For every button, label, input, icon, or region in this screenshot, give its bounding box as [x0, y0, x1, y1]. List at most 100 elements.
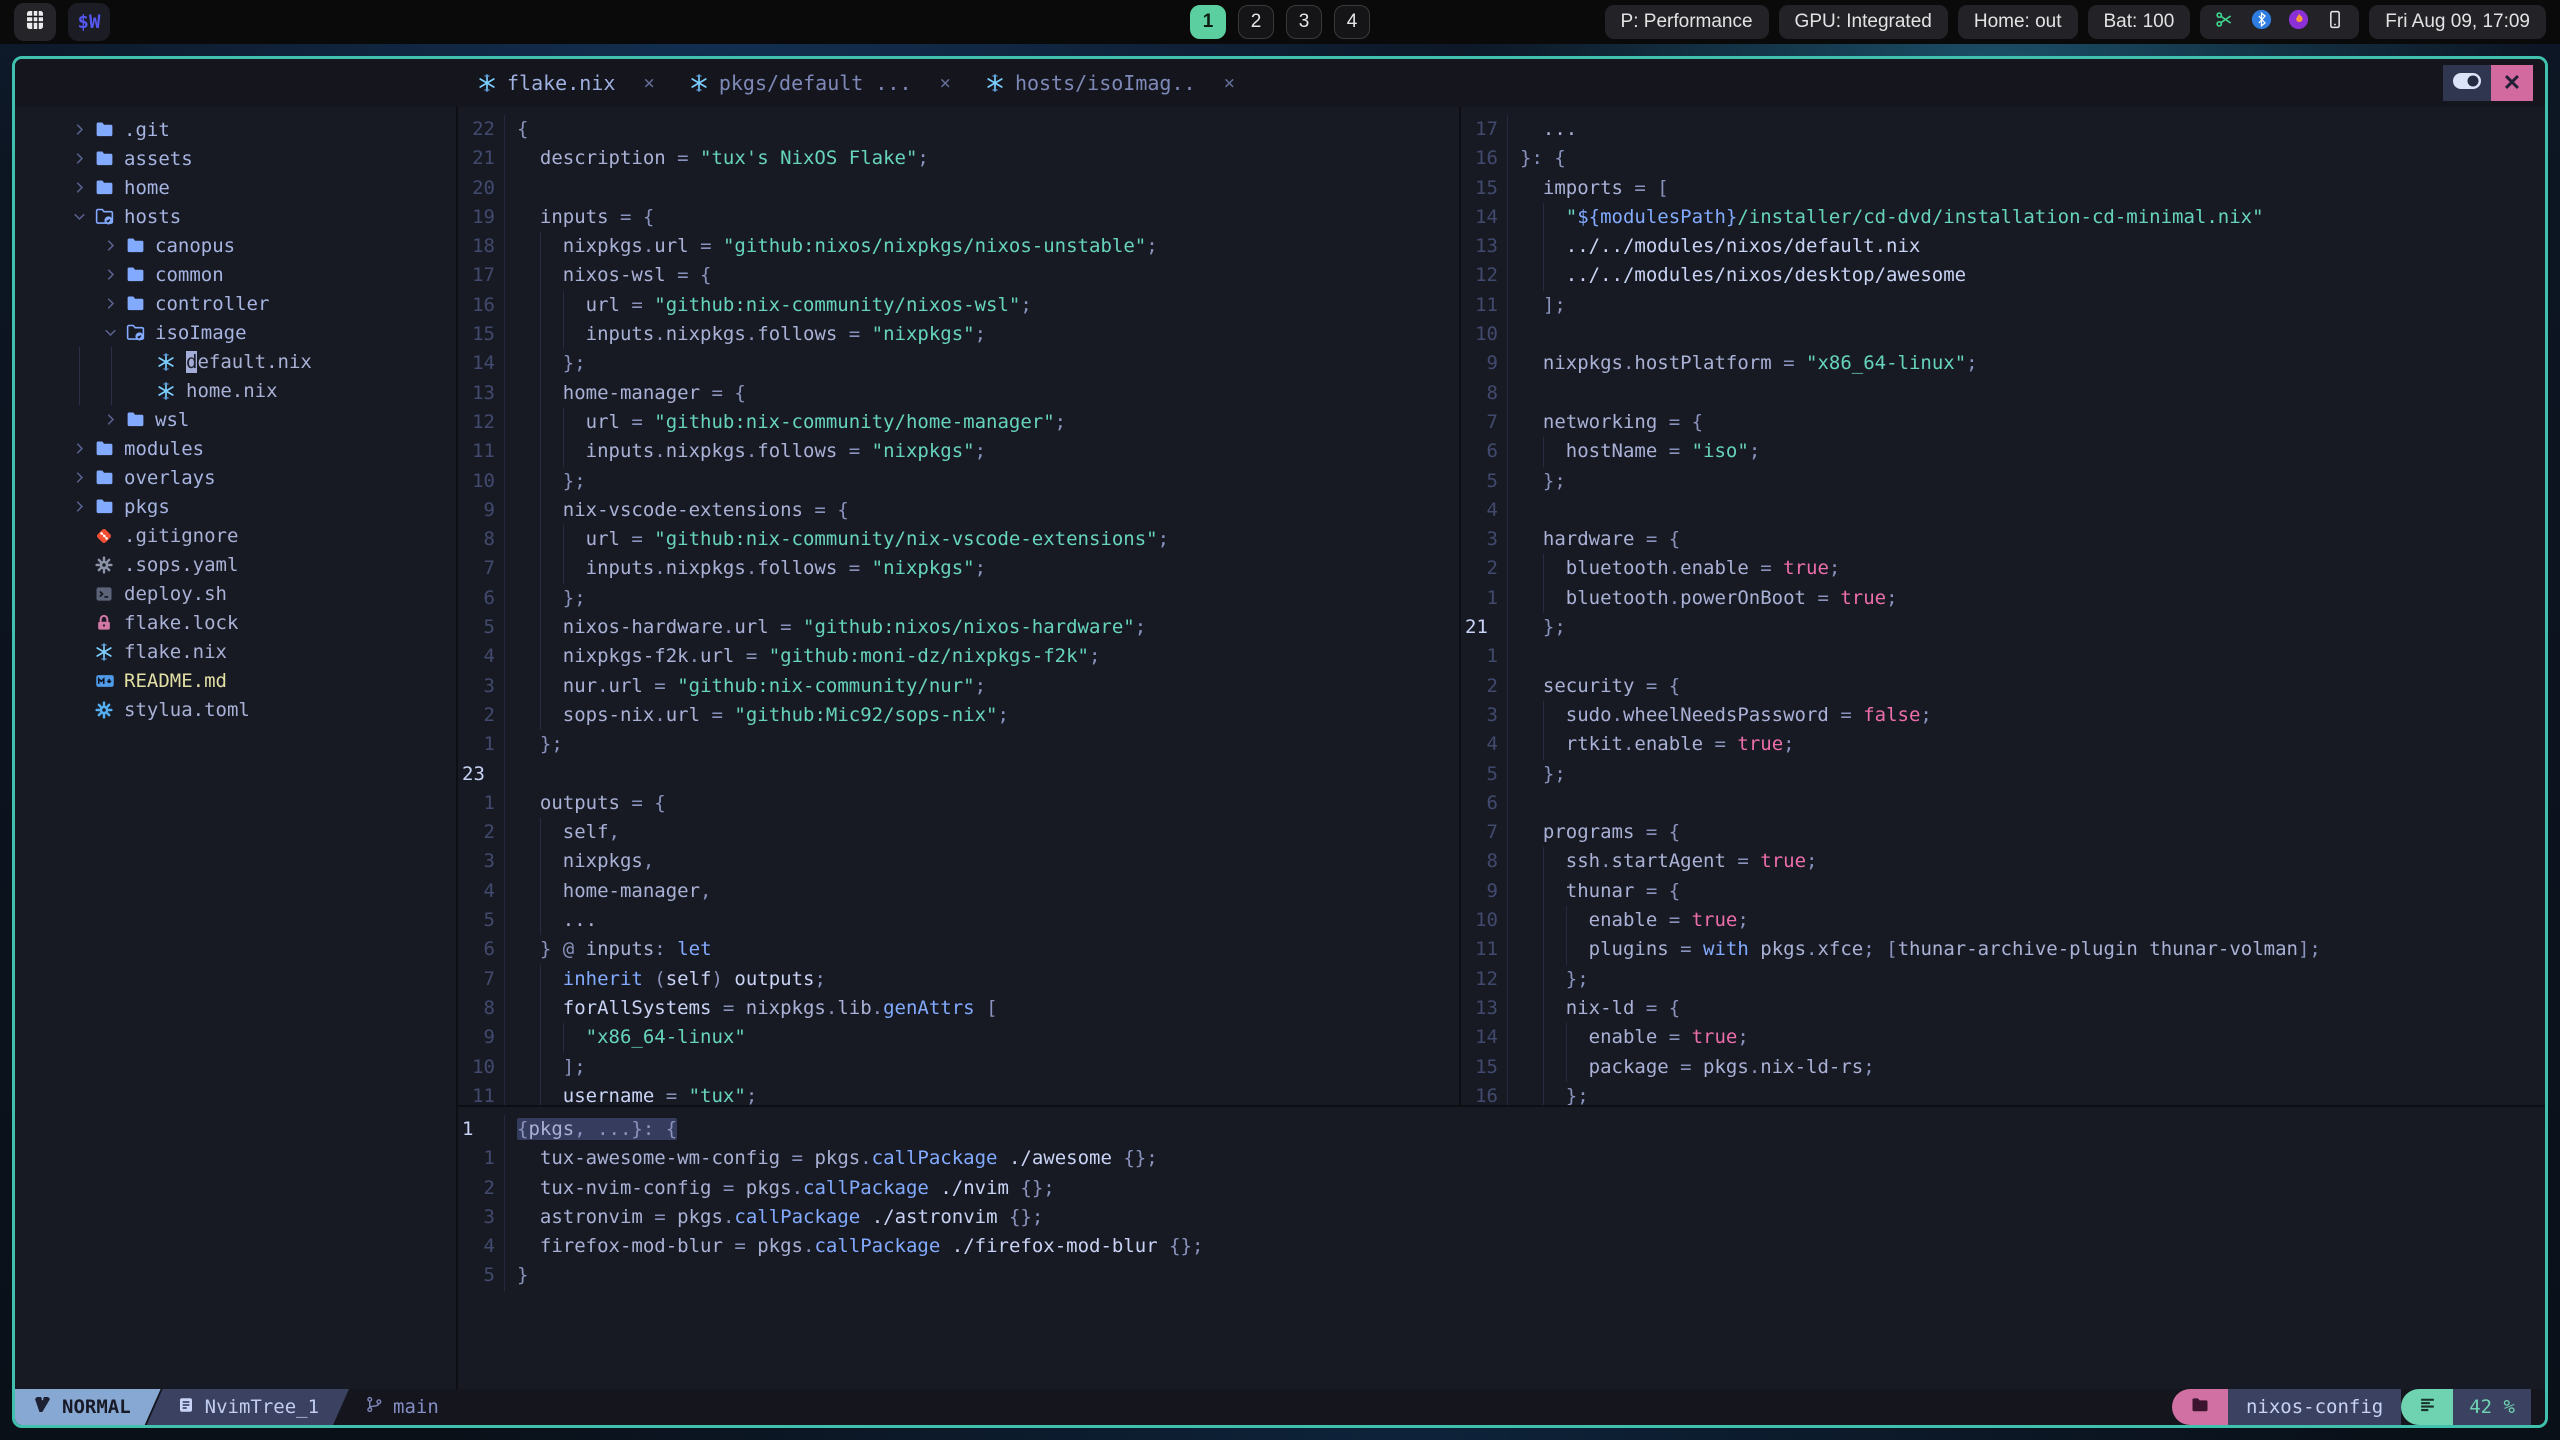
tab-close-icon[interactable]: ×: [643, 72, 654, 94]
window-close-button[interactable]: ✕: [2491, 65, 2533, 101]
tree-item-flake-nix[interactable]: flake.nix: [15, 637, 456, 666]
chevron-right-icon[interactable]: [72, 499, 94, 514]
wm-logo-button[interactable]: $W: [68, 3, 110, 41]
code-line[interactable]: 5 nixos-hardware.url = "github:nixos/nix…: [458, 613, 1459, 643]
code-line[interactable]: 23: [458, 759, 1459, 789]
tree-item-modules[interactable]: modules: [15, 434, 456, 463]
code-line[interactable]: 7 inputs.nixpkgs.follows = "nixpkgs";: [458, 554, 1459, 584]
chevron-down-icon[interactable]: [72, 209, 94, 224]
code-line[interactable]: 1 };: [458, 730, 1459, 760]
code-line[interactable]: 11 plugins = with pkgs.xfce; [thunar-arc…: [1461, 935, 2545, 965]
code-line[interactable]: 2 self,: [458, 818, 1459, 848]
code-line[interactable]: 2 tux-nvim-config = pkgs.callPackage ./n…: [458, 1173, 2545, 1203]
clock[interactable]: Fri Aug 09, 17:09: [2369, 5, 2546, 39]
code-line[interactable]: 16 url = "github:nix-community/nixos-wsl…: [458, 290, 1459, 321]
code-line[interactable]: 5}: [458, 1261, 2545, 1291]
tree-item-common[interactable]: common: [15, 260, 456, 289]
code-line[interactable]: 1 tux-awesome-wm-config = pkgs.callPacka…: [458, 1144, 2545, 1174]
buffer-tab-1[interactable]: pkgs/default ... ×: [689, 71, 951, 95]
status-pill-2[interactable]: Home: out: [1957, 5, 2078, 39]
tree-item--gitignore[interactable]: .gitignore: [15, 521, 456, 550]
tree-item-isoImage[interactable]: isoImage: [15, 318, 456, 347]
code-line[interactable]: 20: [458, 173, 1459, 203]
chevron-right-icon[interactable]: [103, 412, 125, 427]
code-line[interactable]: 1 outputs = {: [458, 788, 1459, 819]
code-line[interactable]: 2 sops-nix.url = "github:Mic92/sops-nix"…: [458, 700, 1459, 731]
code-line[interactable]: 8 ssh.startAgent = true;: [1461, 847, 2545, 877]
launcher-button[interactable]: [14, 3, 56, 41]
tree-item-canopus[interactable]: canopus: [15, 231, 456, 260]
buffer-tab-0[interactable]: flake.nix ×: [477, 71, 655, 95]
code-line[interactable]: 9 "x86_64-linux": [458, 1023, 1459, 1053]
code-line[interactable]: 4 rtkit.enable = true;: [1461, 730, 2545, 760]
tree-item-home[interactable]: home: [15, 173, 456, 202]
tree-item--git[interactable]: .git: [15, 115, 456, 144]
code-line[interactable]: 10: [1461, 320, 2545, 350]
tree-item-overlays[interactable]: overlays: [15, 463, 456, 492]
code-line[interactable]: 9 nix-vscode-extensions = {: [458, 495, 1459, 526]
code-line[interactable]: 15 inputs.nixpkgs.follows = "nixpkgs";: [458, 320, 1459, 350]
code-line[interactable]: 4 home-manager,: [458, 876, 1459, 907]
tree-item-home-nix[interactable]: home.nix: [15, 376, 456, 405]
code-line[interactable]: 2 security = {: [1461, 671, 2545, 701]
code-line[interactable]: 4: [1461, 495, 2545, 526]
status-pill-3[interactable]: Bat: 100: [2087, 5, 2191, 39]
tree-item-controller[interactable]: controller: [15, 289, 456, 318]
tree-item-assets[interactable]: assets: [15, 144, 456, 173]
status-pill-1[interactable]: GPU: Integrated: [1778, 5, 1948, 39]
code-line[interactable]: 11 username = "tux";: [458, 1081, 1459, 1105]
code-line[interactable]: 8: [1461, 378, 2545, 408]
code-line[interactable]: 12 ../../modules/nixos/desktop/awesome: [1461, 261, 2545, 291]
code-line[interactable]: 6 } @ inputs: let: [458, 935, 1459, 965]
code-line[interactable]: 13 ../../modules/nixos/default.nix: [1461, 232, 2545, 262]
chevron-right-icon[interactable]: [103, 267, 125, 282]
tree-item-stylua-toml[interactable]: stylua.toml: [15, 695, 456, 724]
tree-item--sops-yaml[interactable]: .sops.yaml: [15, 550, 456, 579]
code-line[interactable]: 16 };: [1461, 1081, 2545, 1105]
status-pill-0[interactable]: P: Performance: [1604, 5, 1769, 39]
code-line[interactable]: 15 imports = [: [1461, 173, 2545, 203]
code-line[interactable]: 4 firefox-mod-blur = pkgs.callPackage ./…: [458, 1232, 2545, 1262]
code-line[interactable]: 13 home-manager = {: [458, 378, 1459, 408]
code-line[interactable]: 21 description = "tux's NixOS Flake";: [458, 144, 1459, 174]
code-line[interactable]: 11 ];: [1461, 290, 2545, 321]
tree-item-README-md[interactable]: README.md: [15, 666, 456, 695]
code-line[interactable]: 2 bluetooth.enable = true;: [1461, 554, 2545, 584]
code-line[interactable]: 14 enable = true;: [1461, 1023, 2545, 1053]
code-line[interactable]: 10 enable = true;: [1461, 906, 2545, 936]
code-line[interactable]: 8 url = "github:nix-community/nix-vscode…: [458, 525, 1459, 555]
code-line[interactable]: 18 nixpkgs.url = "github:nixos/nixpkgs/n…: [458, 232, 1459, 262]
chevron-right-icon[interactable]: [103, 238, 125, 253]
chevron-right-icon[interactable]: [72, 441, 94, 456]
project-name[interactable]: nixos-config: [2227, 1389, 2402, 1425]
code-line[interactable]: 5 };: [1461, 466, 2545, 496]
code-line[interactable]: 12 url = "github:nix-community/home-mana…: [458, 407, 1459, 438]
system-tray[interactable]: [2200, 5, 2360, 39]
tab-close-icon[interactable]: ×: [939, 72, 950, 94]
code-line[interactable]: 5 ...: [458, 906, 1459, 936]
code-line[interactable]: 7 programs = {: [1461, 818, 2545, 848]
workspace-button-2[interactable]: 2: [1238, 5, 1274, 39]
chevron-down-icon[interactable]: [103, 325, 125, 340]
code-line[interactable]: 3 astronvim = pkgs.callPackage ./astronv…: [458, 1202, 2545, 1233]
code-line[interactable]: 10 ];: [458, 1052, 1459, 1082]
code-line[interactable]: 17 nixos-wsl = {: [458, 261, 1459, 291]
code-line[interactable]: 7 inherit (self) outputs;: [458, 964, 1459, 994]
buffer-segment[interactable]: NvimTree_1: [147, 1389, 349, 1425]
window-toggle-button[interactable]: [2443, 65, 2491, 101]
code-line[interactable]: 14 };: [458, 349, 1459, 379]
code-line[interactable]: 6 };: [458, 583, 1459, 614]
workspace-button-4[interactable]: 4: [1334, 5, 1370, 39]
chevron-right-icon[interactable]: [103, 296, 125, 311]
code-line[interactable]: 1: [1461, 642, 2545, 672]
code-line[interactable]: 16}: {: [1461, 144, 2545, 174]
code-line[interactable]: 9 nixpkgs.hostPlatform = "x86_64-linux";: [1461, 349, 2545, 379]
code-line[interactable]: 3 hardware = {: [1461, 525, 2545, 555]
code-line[interactable]: 17 ...: [1461, 115, 2545, 145]
chevron-right-icon[interactable]: [72, 180, 94, 195]
code-line[interactable]: 3 sudo.wheelNeedsPassword = false;: [1461, 700, 2545, 731]
code-line[interactable]: 3 nixpkgs,: [458, 847, 1459, 877]
code-line[interactable]: 22 {: [458, 115, 1459, 145]
code-line[interactable]: 9 thunar = {: [1461, 876, 2545, 907]
tree-item-deploy-sh[interactable]: deploy.sh: [15, 579, 456, 608]
